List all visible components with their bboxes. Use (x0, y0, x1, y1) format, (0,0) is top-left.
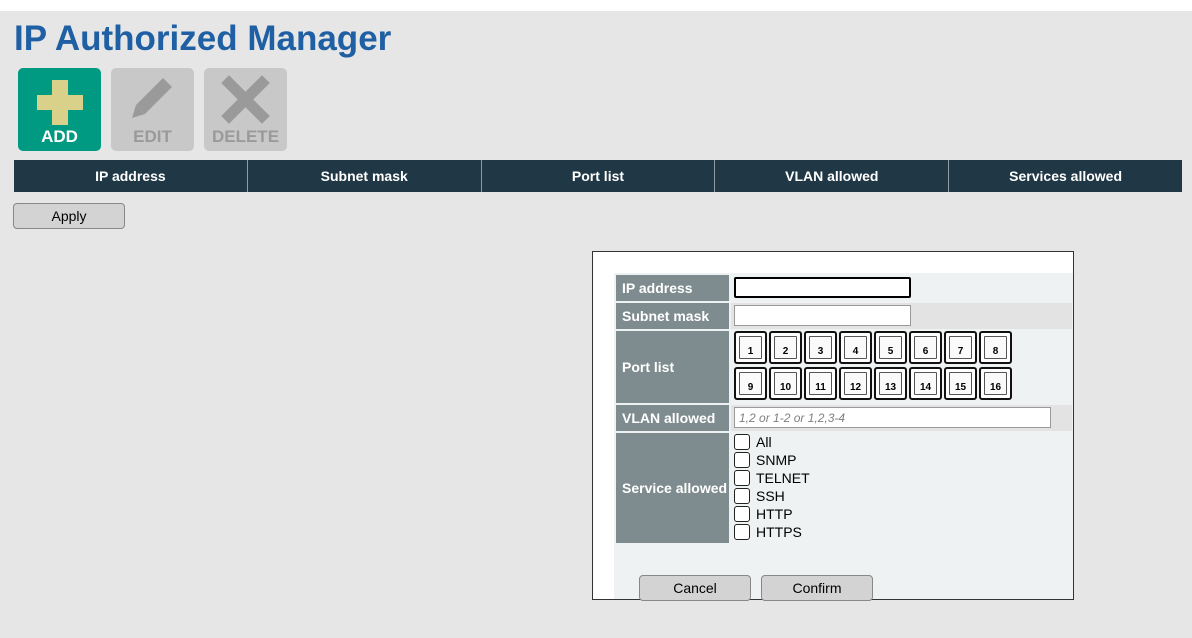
port-14[interactable]: 14 (909, 367, 942, 400)
add-entry-dialog: IP address Subnet mask Port list 1 2 3 4… (592, 251, 1074, 601)
add-label: ADD (41, 127, 78, 146)
port-2[interactable]: 2 (769, 331, 802, 364)
page-title: IP Authorized Manager (14, 19, 392, 58)
cancel-button[interactable]: Cancel (639, 575, 751, 601)
column-header-vlan-allowed: VLAN allowed (715, 160, 950, 192)
ip-address-input[interactable] (734, 277, 911, 298)
service-option-all[interactable]: All (734, 433, 772, 451)
all-checkbox[interactable] (734, 434, 750, 450)
delete-label: DELETE (211, 127, 280, 146)
snmp-checkbox[interactable] (734, 452, 750, 468)
port-6[interactable]: 6 (909, 331, 942, 364)
service-option-snmp[interactable]: SNMP (734, 451, 796, 469)
https-checkbox[interactable] (734, 524, 750, 540)
port-15[interactable]: 15 (944, 367, 977, 400)
subnet-mask-label: Subnet mask (616, 303, 729, 329)
column-header-port-list: Port list (482, 160, 716, 192)
table-header: IP address Subnet mask Port list VLAN al… (14, 160, 1182, 192)
add-button[interactable]: ADD (18, 68, 101, 151)
edit-label: EDIT (133, 127, 172, 146)
vlan-allowed-input[interactable] (734, 407, 1051, 428)
ssh-checkbox[interactable] (734, 488, 750, 504)
port-list-label: Port list (616, 331, 729, 403)
port-12[interactable]: 12 (839, 367, 872, 400)
service-allowed-label: Service allowed (616, 433, 729, 543)
telnet-checkbox[interactable] (734, 470, 750, 486)
port-3[interactable]: 3 (804, 331, 837, 364)
dialog-form: IP address Subnet mask Port list 1 2 3 4… (614, 273, 1073, 601)
subnet-mask-input[interactable] (734, 305, 911, 326)
port-16[interactable]: 16 (979, 367, 1012, 400)
delete-button[interactable]: DELETE (204, 68, 287, 151)
column-header-subnet-mask: Subnet mask (248, 160, 482, 192)
port-11[interactable]: 11 (804, 367, 837, 400)
port-7[interactable]: 7 (944, 331, 977, 364)
confirm-button[interactable]: Confirm (761, 575, 873, 601)
column-header-services-allowed: Services allowed (1009, 168, 1122, 184)
port-4[interactable]: 4 (839, 331, 872, 364)
service-option-telnet[interactable]: TELNET (734, 469, 810, 487)
port-5[interactable]: 5 (874, 331, 907, 364)
apply-button[interactable]: Apply (13, 203, 125, 229)
edit-button[interactable]: EDIT (111, 68, 194, 151)
http-checkbox[interactable] (734, 506, 750, 522)
service-option-http[interactable]: HTTP (734, 505, 793, 523)
port-13[interactable]: 13 (874, 367, 907, 400)
port-1[interactable]: 1 (734, 331, 767, 364)
service-option-https[interactable]: HTTPS (734, 523, 802, 541)
ip-address-label: IP address (616, 275, 729, 301)
vlan-allowed-label: VLAN allowed (616, 405, 729, 431)
port-9[interactable]: 9 (734, 367, 767, 400)
port-10[interactable]: 10 (769, 367, 802, 400)
port-8[interactable]: 8 (979, 331, 1012, 364)
service-option-ssh[interactable]: SSH (734, 487, 785, 505)
top-strip (0, 0, 1192, 11)
column-header-ip-address: IP address (14, 160, 248, 192)
